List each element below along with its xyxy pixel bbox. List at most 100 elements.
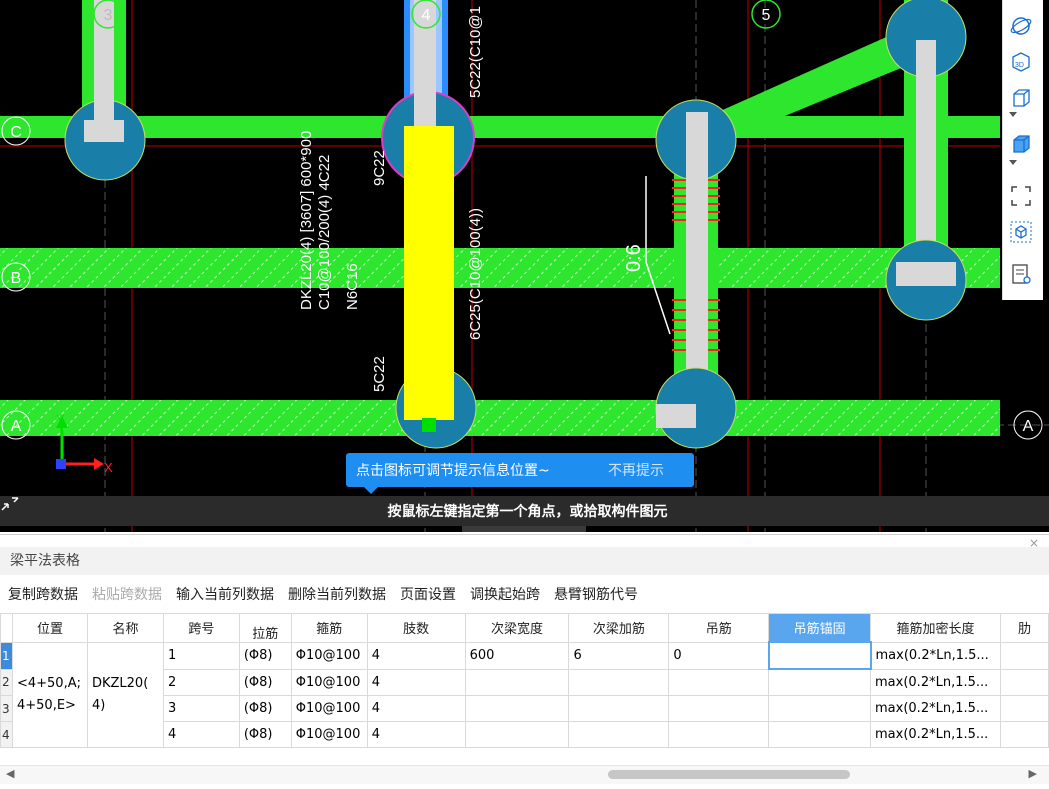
col-sec-add[interactable]: 次梁加筋	[568, 613, 670, 643]
cell-stirrup[interactable]: Φ10@100	[290, 721, 368, 748]
splitter-handle[interactable]	[462, 526, 586, 532]
col-hanger[interactable]: 吊筋	[668, 613, 770, 643]
cell-more[interactable]	[999, 641, 1049, 670]
cell-hanger[interactable]	[668, 721, 770, 748]
horizontal-scrollbar[interactable]: ◀ ▶	[0, 765, 1049, 784]
label-side: N6C16	[344, 263, 361, 310]
row-number[interactable]: 1	[0, 641, 13, 670]
cell-span[interactable]: 4	[162, 721, 240, 748]
status-bar: 按鼠标左键指定第一个角点，或拾取构件图元	[0, 496, 1049, 526]
cell-tie[interactable]: (Φ8)	[238, 641, 292, 670]
scrollbar-thumb[interactable]	[608, 770, 850, 779]
svg-text:4: 4	[422, 7, 431, 24]
cell-legs[interactable]: 4	[366, 695, 466, 722]
cell-dense-length[interactable]: max(0.2*Ln,1.5...	[870, 695, 1001, 722]
page-setup-button[interactable]: 页面设置	[400, 581, 456, 609]
properties-icon[interactable]	[1009, 262, 1037, 290]
col-span[interactable]: 跨号	[162, 613, 240, 643]
cell-span[interactable]: 3	[162, 695, 240, 722]
axis-top-5: 5	[751, 0, 781, 29]
cell-span[interactable]: 2	[162, 668, 240, 696]
3d-icon[interactable]: 3D	[1009, 50, 1037, 78]
beam-table-panel: × 梁平法表格 复制跨数据 粘贴跨数据 输入当前列数据 删除当前列数据 页面设置…	[0, 534, 1049, 789]
cell-sec-width[interactable]	[464, 695, 570, 722]
col-more[interactable]: 肋	[999, 613, 1049, 643]
cell-stirrup[interactable]: Φ10@100	[290, 668, 368, 696]
fullscreen-icon[interactable]	[1009, 184, 1037, 212]
cell-sec-add[interactable]	[568, 721, 670, 748]
drawing-canvas[interactable]: DKZL20(4) [3607] 600*900 C10@100/200(4) …	[0, 0, 1049, 532]
selected-beam[interactable]	[404, 126, 454, 420]
svg-text:X: X	[104, 460, 113, 475]
swap-start-span-button[interactable]: 调换起始跨	[470, 581, 540, 609]
row-number[interactable]: 3	[0, 695, 13, 722]
cell-stirrup[interactable]: Φ10@100	[290, 695, 368, 722]
col-tie[interactable]: 拉筋	[238, 613, 292, 643]
cell-hanger-anchor[interactable]	[768, 668, 872, 696]
tip-dismiss-link[interactable]: 不再提示	[608, 460, 664, 480]
orbit-icon[interactable]	[1009, 14, 1037, 42]
cell-hanger[interactable]: 0	[668, 641, 770, 670]
cell-dense-length[interactable]: max(0.2*Ln,1.5...	[870, 641, 1001, 670]
cell-legs[interactable]: 4	[366, 668, 466, 696]
col-sec-width[interactable]: 次梁宽度	[464, 613, 570, 643]
cell-position[interactable]: <4+50,A; 4+50,E>	[11, 641, 88, 748]
cell-hanger-anchor[interactable]	[768, 721, 872, 748]
col-legs[interactable]: 肢数	[366, 613, 466, 643]
copy-span-button[interactable]: 复制跨数据	[8, 581, 78, 609]
label-right-long: 6C25(C10@100(4))	[467, 208, 484, 340]
cell-sec-width[interactable]	[464, 668, 570, 696]
svg-text:A: A	[11, 418, 22, 435]
col-dense-length[interactable]: 箍筋加密长度	[870, 613, 1001, 643]
row-header-corner	[0, 613, 13, 643]
beams[interactable]	[0, 0, 1000, 436]
cell-sec-width[interactable]	[464, 721, 570, 748]
cell-hanger[interactable]	[668, 668, 770, 696]
label-bottom-left: 5C22	[371, 356, 388, 392]
view-cube-icon[interactable]	[1009, 220, 1037, 248]
cell-sec-add[interactable]	[568, 668, 670, 696]
col-name[interactable]: 名称	[86, 613, 164, 643]
cell-more[interactable]	[999, 721, 1049, 748]
cantilever-code-button[interactable]: 悬臂钢筋代号	[554, 581, 638, 609]
cell-legs[interactable]: 4	[366, 721, 466, 748]
view-toolbar: 3D	[1002, 0, 1043, 300]
cell-sec-width[interactable]: 600	[464, 641, 570, 670]
svg-text:Y: Y	[56, 412, 65, 427]
delete-column-button[interactable]: 删除当前列数据	[288, 581, 386, 609]
scroll-right-icon[interactable]: ▶	[1029, 767, 1037, 780]
row-number[interactable]: 4	[0, 721, 13, 748]
cell-hanger-anchor[interactable]	[767, 641, 872, 670]
box-icon[interactable]	[1009, 86, 1037, 114]
cell-stirrup[interactable]: Φ10@100	[290, 641, 368, 670]
svg-text:C: C	[10, 124, 22, 141]
cell-legs[interactable]: 4	[366, 641, 466, 670]
cell-more[interactable]	[999, 695, 1049, 722]
beam-b[interactable]	[0, 248, 1000, 288]
cell-tie[interactable]: (Φ8)	[238, 721, 292, 748]
col-position[interactable]: 位置	[11, 613, 88, 643]
beam-a[interactable]	[0, 400, 1000, 436]
box-filled-icon[interactable]	[1009, 132, 1037, 160]
cell-tie[interactable]: (Φ8)	[238, 695, 292, 722]
table-row[interactable]: 1 <4+50,A; 4+50,E> DKZL20( 4) 1 (Φ8) Φ10…	[0, 641, 1049, 748]
chevron-down-icon-2[interactable]	[1009, 160, 1037, 170]
cell-hanger[interactable]	[668, 695, 770, 722]
beam-c[interactable]	[0, 116, 1000, 138]
input-column-button[interactable]: 输入当前列数据	[176, 581, 274, 609]
cell-name[interactable]: DKZL20( 4)	[86, 641, 164, 748]
cell-dense-length[interactable]: max(0.2*Ln,1.5...	[870, 721, 1001, 748]
cell-span[interactable]: 1	[162, 641, 240, 670]
cell-dense-length[interactable]: max(0.2*Ln,1.5...	[870, 668, 1001, 696]
col-stirrup[interactable]: 箍筋	[290, 613, 368, 643]
cell-tie[interactable]: (Φ8)	[238, 668, 292, 696]
col-hanger-anchor[interactable]: 吊筋锚固	[768, 613, 872, 643]
cell-sec-add[interactable]: 6	[568, 641, 670, 670]
cell-hanger-anchor[interactable]	[768, 695, 872, 722]
cell-more[interactable]	[999, 668, 1049, 696]
row-number[interactable]: 2	[0, 668, 13, 696]
cell-sec-add[interactable]	[568, 695, 670, 722]
chevron-down-icon[interactable]	[1009, 112, 1037, 122]
scroll-left-icon[interactable]: ◀	[6, 767, 14, 780]
svg-text:5: 5	[762, 7, 771, 24]
